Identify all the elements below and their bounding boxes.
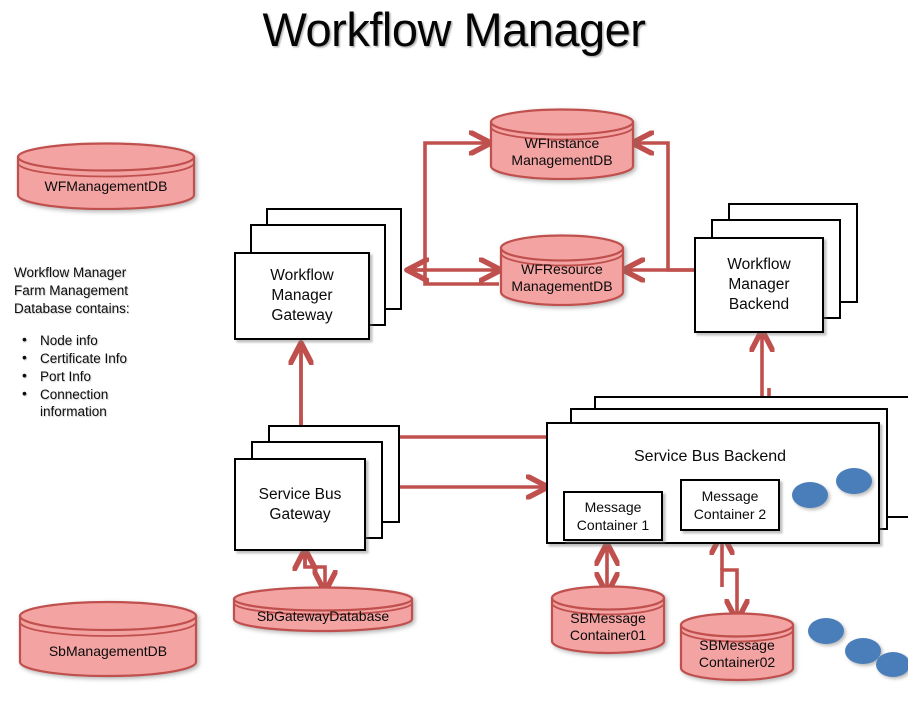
box-message-container-1[interactable]: Message Container 1 xyxy=(563,491,663,541)
database-sb-gateway-database[interactable]: SbGatewayDatabase xyxy=(232,586,414,634)
arrow-backend-to-wfinstancedb xyxy=(634,143,694,272)
box-service-bus-backend[interactable]: Service Bus Backend Message Container 1 … xyxy=(546,396,908,548)
list-item: Port Info xyxy=(22,367,150,385)
blue-node-dot xyxy=(792,482,828,508)
diagram-canvas: Workflow Manager Workflow Manager Farm M… xyxy=(0,0,908,705)
blue-node-dot xyxy=(845,638,881,664)
blue-node-dot xyxy=(808,618,844,644)
list-item: Certificate Info xyxy=(22,349,150,367)
note-line-1: Workflow Manager xyxy=(14,265,127,280)
database-sb-management-db[interactable]: SbManagementDB xyxy=(18,600,198,678)
arrow-wfresourcedb-to-gateway xyxy=(409,270,499,286)
database-sb-message-container-01[interactable]: SBMessage Container01 xyxy=(550,585,666,655)
box-front[interactable]: Service Bus Gateway xyxy=(234,458,366,551)
database-wf-management-db[interactable]: WFManagementDB xyxy=(16,142,196,210)
box-label: Service Bus Gateway xyxy=(258,485,342,523)
box-front[interactable]: Workflow Manager Gateway xyxy=(234,252,370,340)
box-workflow-manager-gateway[interactable]: Workflow Manager Gateway xyxy=(234,208,414,340)
list-item: Connection information xyxy=(22,385,150,420)
note-line-2: Farm Management xyxy=(14,283,129,298)
database-wf-resource-management-db[interactable]: WFResource ManagementDB xyxy=(499,234,625,306)
box-workflow-manager-backend[interactable]: Workflow Manager Backend xyxy=(694,203,874,333)
arrow-sbgateway-to-sbgatewaydb xyxy=(303,549,325,590)
arrow-gateway-to-wfinstancedb xyxy=(423,143,489,270)
note-bullet-list: Node info Certificate Info Port Info Con… xyxy=(14,331,164,420)
box-label: Message Container 2 xyxy=(693,488,767,522)
box-label: Workflow Manager Gateway xyxy=(270,267,334,324)
blue-node-dot xyxy=(836,468,872,494)
list-item: Node info xyxy=(22,331,150,349)
box-front[interactable]: Workflow Manager Backend xyxy=(694,237,824,333)
box-service-bus-gateway[interactable]: Service Bus Gateway xyxy=(234,425,414,551)
box-label: Workflow Manager Backend xyxy=(727,256,791,313)
service-bus-backend-title: Service Bus Backend xyxy=(634,448,787,465)
database-sb-message-container-02[interactable]: SBMessage Container02 xyxy=(679,612,795,682)
farm-management-note: Workflow Manager Farm Management Databas… xyxy=(14,264,164,421)
box-message-container-2[interactable]: Message Container 2 xyxy=(680,479,780,531)
box-label: Message Container 1 xyxy=(576,499,650,533)
database-wf-instance-management-db[interactable]: WFInstance ManagementDB xyxy=(489,108,635,180)
note-line-3: Database contains: xyxy=(14,301,130,316)
blue-node-dot xyxy=(876,652,908,677)
